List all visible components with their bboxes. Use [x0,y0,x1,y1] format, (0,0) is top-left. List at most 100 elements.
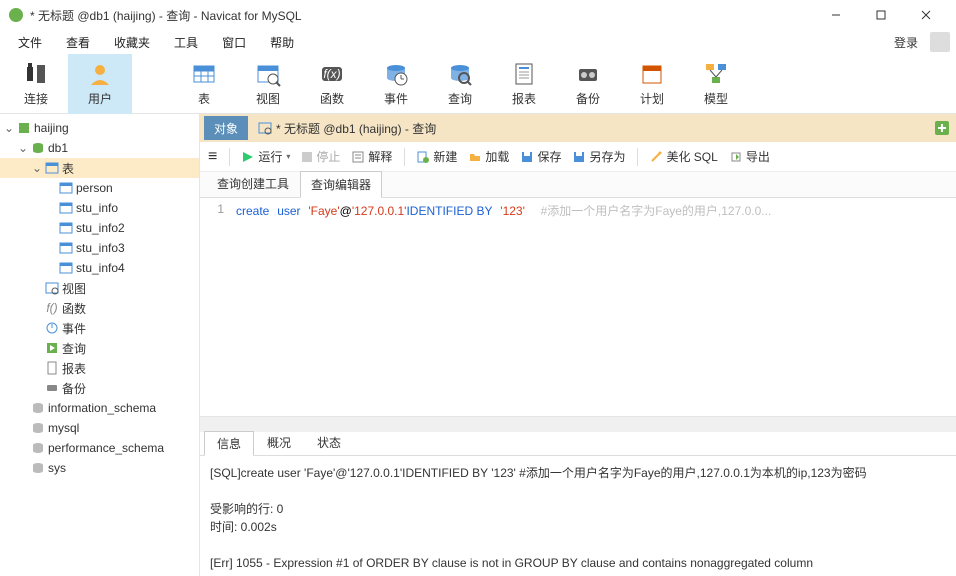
menu-tools[interactable]: 工具 [162,32,210,53]
table-name: stu_info4 [76,261,125,275]
hamburger-button[interactable]: ≡ [208,148,217,166]
tb-model[interactable]: 模型 [684,54,748,114]
database-icon [30,140,46,156]
tb-backup[interactable]: 备份 [556,54,620,114]
tb-table[interactable]: 表 [172,54,236,114]
query-icon [258,121,272,135]
minimize-button[interactable] [813,0,858,30]
main-toolbar: 连接 用户 表 视图 f(x) 函数 事件 查询 报表 备份 计划 模型 [0,54,956,114]
tree-table-item[interactable]: stu_info3 [0,238,199,258]
tb-event[interactable]: 事件 [364,54,428,114]
connection-tree[interactable]: ⌄ haijing ⌄ db1 ⌄ 表 person stu_info stu_… [0,114,200,576]
subtab-builder[interactable]: 查询创建工具 [206,170,300,197]
menu-help[interactable]: 帮助 [258,32,306,53]
menu-file[interactable]: 文件 [6,32,54,53]
tab-info[interactable]: 信息 [204,431,254,456]
table-name: stu_info [76,201,118,215]
tree-tables-group[interactable]: ⌄ 表 [0,158,199,178]
menu-favorites[interactable]: 收藏夹 [102,32,162,53]
menu-window[interactable]: 窗口 [210,32,258,53]
message-panel[interactable]: [SQL]create user 'Faye'@'127.0.0.1'IDENT… [200,456,956,576]
tree-backups-label: 备份 [62,380,86,397]
tab-label: * 无标题 @db1 (haijing) - 查询 [276,120,436,137]
tree-backups[interactable]: 备份 [0,378,199,398]
close-button[interactable] [903,0,948,30]
tab-add-button[interactable] [934,120,956,136]
sql-editor[interactable]: 1 create user 'Faye'@'127.0.0.1'IDENTIFI… [200,198,956,416]
run-button[interactable]: 运行▾ [242,148,290,165]
save-button[interactable]: 保存 [521,148,561,165]
menu-bar: 文件 查看 收藏夹 工具 窗口 帮助 登录 [0,30,956,54]
tree-table-item[interactable]: stu_info [0,198,199,218]
database-icon [30,400,46,416]
database-icon [30,460,46,476]
tree-db-item[interactable]: sys [0,458,199,478]
saveas-button[interactable]: 另存为 [573,148,625,165]
tree-connection[interactable]: ⌄ haijing [0,118,199,138]
login-button[interactable]: 登录 [886,32,926,53]
tb-function[interactable]: f(x) 函数 [300,54,364,114]
tab-objects[interactable]: 对象 [204,116,248,140]
explain-button[interactable]: 解释 [352,148,392,165]
tree-views-label: 视图 [62,280,86,297]
beautify-button[interactable]: 美化 SQL [650,148,717,165]
tree-table-item[interactable]: stu_info2 [0,218,199,238]
subtab-editor[interactable]: 查询编辑器 [300,171,382,198]
export-icon [730,151,742,163]
query-subtabs: 查询创建工具 查询编辑器 [200,172,956,198]
db-name: information_schema [48,401,156,415]
tb-view-label: 视图 [256,90,280,107]
chevron-down-icon[interactable]: ⌄ [30,161,44,175]
chevron-down-icon[interactable]: ⌄ [2,121,16,135]
svg-text:f(x): f(x) [323,67,340,81]
tree-db-item[interactable]: performance_schema [0,438,199,458]
tree-events[interactable]: 事件 [0,318,199,338]
view-icon [254,60,282,88]
maximize-button[interactable] [858,0,903,30]
tb-schedule[interactable]: 计划 [620,54,684,114]
tree-queries[interactable]: 查询 [0,338,199,358]
tb-connect[interactable]: 连接 [4,54,68,114]
database-icon [30,420,46,436]
tree-events-label: 事件 [62,320,86,337]
menu-view[interactable]: 查看 [54,32,102,53]
query-icon [446,60,474,88]
backup-icon [574,60,602,88]
chevron-down-icon[interactable]: ⌄ [16,141,30,155]
tree-db-label: db1 [48,141,68,155]
tab-query[interactable]: * 无标题 @db1 (haijing) - 查询 [248,116,446,140]
function-icon: f(x) [318,60,346,88]
tab-status[interactable]: 状态 [304,430,354,455]
tb-query-label: 查询 [448,90,472,107]
table-group-icon [44,160,60,176]
tab-profile[interactable]: 概况 [254,430,304,455]
table-icon [58,220,74,236]
tb-view[interactable]: 视图 [236,54,300,114]
code-area[interactable]: create user 'Faye'@'127.0.0.1'IDENTIFIED… [230,198,956,416]
backup-icon [44,380,60,396]
tree-db-item[interactable]: mysql [0,418,199,438]
load-label: 加载 [485,148,509,165]
tree-table-item[interactable]: person [0,178,199,198]
export-button[interactable]: 导出 [730,148,770,165]
stop-button[interactable]: 停止 [302,148,340,165]
title-bar: * 无标题 @db1 (haijing) - 查询 - Navicat for … [0,0,956,30]
tree-functions[interactable]: f()函数 [0,298,199,318]
load-button[interactable]: 加载 [469,148,509,165]
new-button[interactable]: 新建 [417,148,457,165]
explain-icon [352,151,364,163]
tb-report[interactable]: 报表 [492,54,556,114]
tab-label: 对象 [214,120,238,137]
server-icon [16,120,32,136]
avatar-icon[interactable] [930,32,950,52]
tree-connection-label: haijing [34,121,69,135]
saveas-icon [573,151,585,163]
tree-db-item[interactable]: information_schema [0,398,199,418]
tree-reports[interactable]: 报表 [0,358,199,378]
tb-backup-label: 备份 [576,90,600,107]
tb-query[interactable]: 查询 [428,54,492,114]
tb-user[interactable]: 用户 [68,54,132,114]
tree-table-item[interactable]: stu_info4 [0,258,199,278]
tree-views[interactable]: 视图 [0,278,199,298]
tree-db[interactable]: ⌄ db1 [0,138,199,158]
